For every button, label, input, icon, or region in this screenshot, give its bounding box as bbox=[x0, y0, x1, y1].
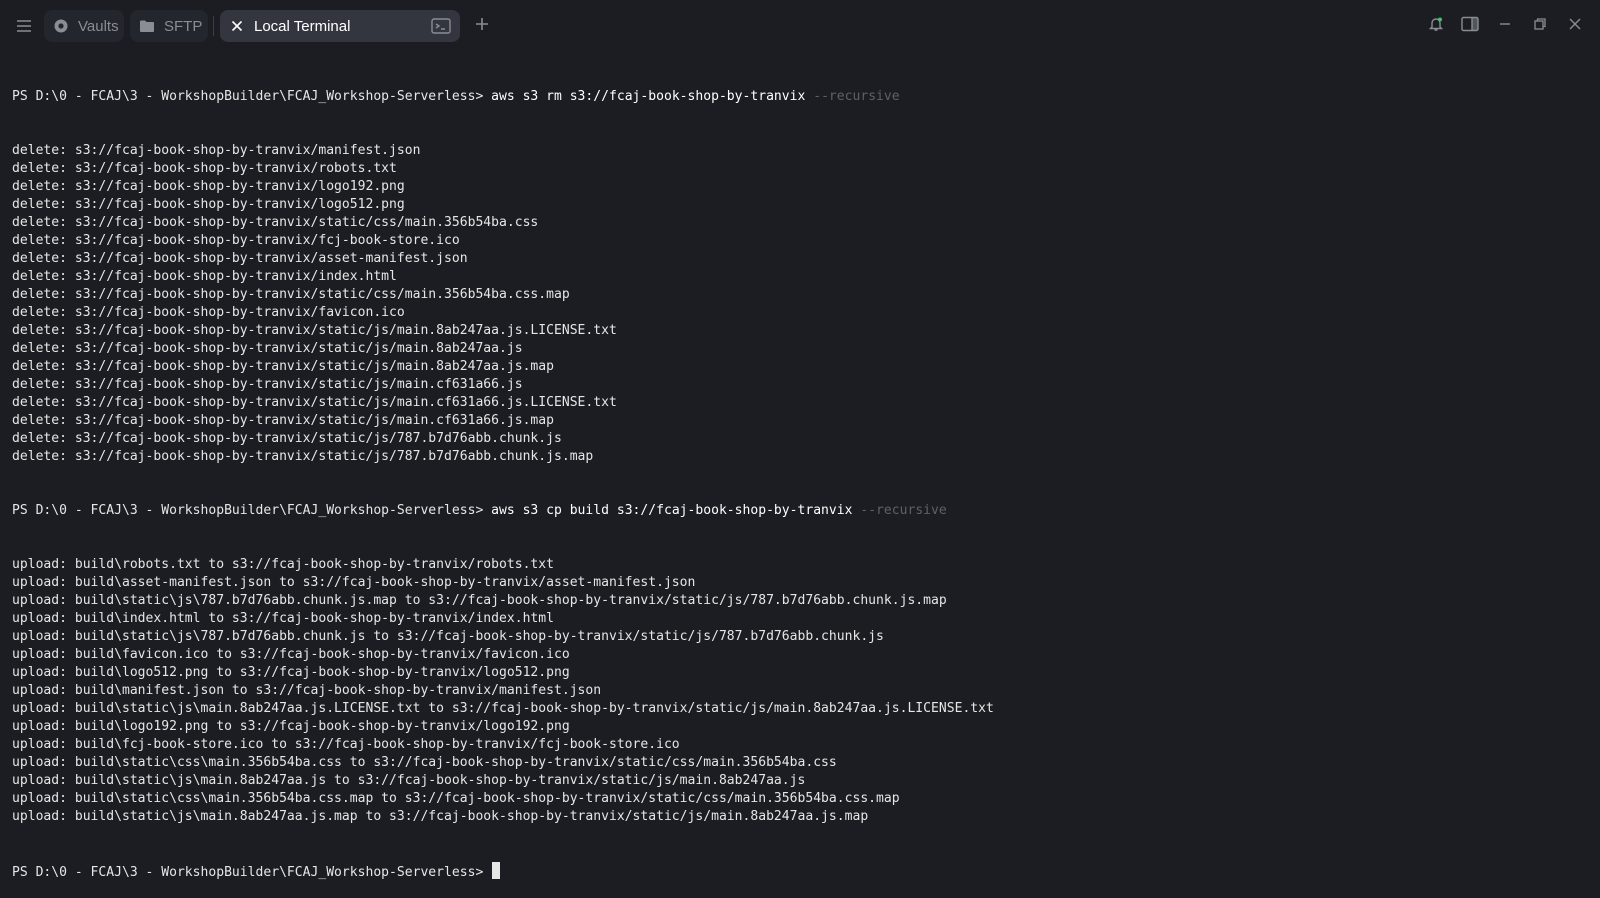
bell-icon bbox=[1428, 16, 1444, 37]
tab-separator bbox=[213, 16, 214, 36]
prompt: PS D:\0 - FCAJ\3 - WorkshopBuilder\FCAJ_… bbox=[12, 89, 484, 104]
command-flag: --recursive bbox=[860, 503, 947, 518]
command-flag: --recursive bbox=[813, 89, 900, 104]
tab-sftp-label: SFTP bbox=[164, 17, 203, 35]
tab-sftp[interactable]: SFTP bbox=[130, 10, 208, 42]
output-line: upload: build\index.html to s3://fcaj-bo… bbox=[12, 611, 554, 626]
close-icon[interactable] bbox=[228, 17, 246, 35]
title-bar: Vaults SFTP Local Terminal bbox=[0, 0, 1600, 52]
current-prompt-line[interactable]: PS D:\0 - FCAJ\3 - WorkshopBuilder\FCAJ_… bbox=[12, 862, 1592, 880]
output-line: delete: s3://fcaj-book-shop-by-tranvix/s… bbox=[12, 215, 539, 230]
command-line: PS D:\0 - FCAJ\3 - WorkshopBuilder\FCAJ_… bbox=[12, 88, 1592, 106]
output-line: upload: build\static\js\main.8ab247aa.js… bbox=[12, 809, 869, 824]
close-icon bbox=[1568, 17, 1582, 36]
output-line: delete: s3://fcaj-book-shop-by-tranvix/f… bbox=[12, 305, 405, 320]
output-line: upload: build\static\js\main.8ab247aa.js… bbox=[12, 701, 994, 716]
tab-vaults-label: Vaults bbox=[78, 17, 119, 35]
terminal-cursor bbox=[492, 862, 501, 879]
prompt: PS D:\0 - FCAJ\3 - WorkshopBuilder\FCAJ_… bbox=[12, 503, 484, 518]
output-line: upload: build\logo512.png to s3://fcaj-b… bbox=[12, 665, 570, 680]
output-line: delete: s3://fcaj-book-shop-by-tranvix/s… bbox=[12, 449, 594, 464]
sidebar-toggle-icon bbox=[1461, 16, 1479, 37]
add-tab-button[interactable] bbox=[470, 14, 494, 38]
tab-local-terminal[interactable]: Local Terminal bbox=[220, 10, 460, 42]
output-line: upload: build\static\js\787.b7d76abb.chu… bbox=[12, 593, 947, 608]
folder-icon bbox=[138, 17, 156, 35]
notifications-button[interactable] bbox=[1424, 14, 1448, 38]
output-line: upload: build\static\css\main.356b54ba.c… bbox=[12, 755, 837, 770]
tab-vaults[interactable]: Vaults bbox=[44, 10, 124, 42]
output-line: upload: build\manifest.json to s3://fcaj… bbox=[12, 683, 602, 698]
prompt: PS D:\0 - FCAJ\3 - WorkshopBuilder\FCAJ_… bbox=[12, 865, 484, 880]
output-line: delete: s3://fcaj-book-shop-by-tranvix/a… bbox=[12, 251, 468, 266]
restore-button[interactable] bbox=[1528, 14, 1552, 38]
sidebar-toggle-button[interactable] bbox=[1458, 14, 1482, 38]
output-line: delete: s3://fcaj-book-shop-by-tranvix/m… bbox=[12, 143, 421, 158]
output-line: delete: s3://fcaj-book-shop-by-tranvix/i… bbox=[12, 269, 397, 284]
output-line: upload: build\asset-manifest.json to s3:… bbox=[12, 575, 696, 590]
output-line: delete: s3://fcaj-book-shop-by-tranvix/s… bbox=[12, 323, 617, 338]
output-line: upload: build\static\js\787.b7d76abb.chu… bbox=[12, 629, 884, 644]
terminal-output[interactable]: PS D:\0 - FCAJ\3 - WorkshopBuilder\FCAJ_… bbox=[12, 52, 1592, 892]
command: aws s3 cp build s3://fcaj-book-shop-by-t… bbox=[491, 503, 853, 518]
plus-icon bbox=[474, 16, 490, 37]
output-line: delete: s3://fcaj-book-shop-by-tranvix/s… bbox=[12, 395, 617, 410]
output-line: delete: s3://fcaj-book-shop-by-tranvix/r… bbox=[12, 161, 397, 176]
output-line: delete: s3://fcaj-book-shop-by-tranvix/s… bbox=[12, 341, 523, 356]
minimize-button[interactable] bbox=[1493, 14, 1517, 38]
output-line: delete: s3://fcaj-book-shop-by-tranvix/l… bbox=[12, 179, 405, 194]
hamburger-menu-icon[interactable] bbox=[12, 14, 36, 38]
command: aws s3 rm s3://fcaj-book-shop-by-tranvix bbox=[491, 89, 806, 104]
output-line: upload: build\logo192.png to s3://fcaj-b… bbox=[12, 719, 570, 734]
terminal-icon[interactable] bbox=[430, 16, 452, 36]
output-line: delete: s3://fcaj-book-shop-by-tranvix/f… bbox=[12, 233, 460, 248]
minimize-icon bbox=[1498, 17, 1512, 36]
output-line: delete: s3://fcaj-book-shop-by-tranvix/s… bbox=[12, 359, 554, 374]
close-window-button[interactable] bbox=[1563, 14, 1587, 38]
output-line: delete: s3://fcaj-book-shop-by-tranvix/s… bbox=[12, 413, 554, 428]
vault-icon bbox=[52, 17, 70, 35]
output-line: delete: s3://fcaj-book-shop-by-tranvix/s… bbox=[12, 377, 523, 392]
restore-icon bbox=[1533, 17, 1547, 36]
output-line: upload: build\favicon.ico to s3://fcaj-b… bbox=[12, 647, 570, 662]
output-line: delete: s3://fcaj-book-shop-by-tranvix/l… bbox=[12, 197, 405, 212]
output-line: upload: build\static\js\main.8ab247aa.js… bbox=[12, 773, 806, 788]
upload-output: upload: build\robots.txt to s3://fcaj-bo… bbox=[12, 556, 1592, 826]
output-line: upload: build\fcj-book-store.ico to s3:/… bbox=[12, 737, 680, 752]
output-line: delete: s3://fcaj-book-shop-by-tranvix/s… bbox=[12, 287, 570, 302]
command-line: PS D:\0 - FCAJ\3 - WorkshopBuilder\FCAJ_… bbox=[12, 502, 1592, 520]
output-line: delete: s3://fcaj-book-shop-by-tranvix/s… bbox=[12, 431, 562, 446]
output-line: upload: build\robots.txt to s3://fcaj-bo… bbox=[12, 557, 554, 572]
delete-output: delete: s3://fcaj-book-shop-by-tranvix/m… bbox=[12, 142, 1592, 466]
tab-local-terminal-label: Local Terminal bbox=[254, 17, 351, 35]
output-line: upload: build\static\css\main.356b54ba.c… bbox=[12, 791, 900, 806]
